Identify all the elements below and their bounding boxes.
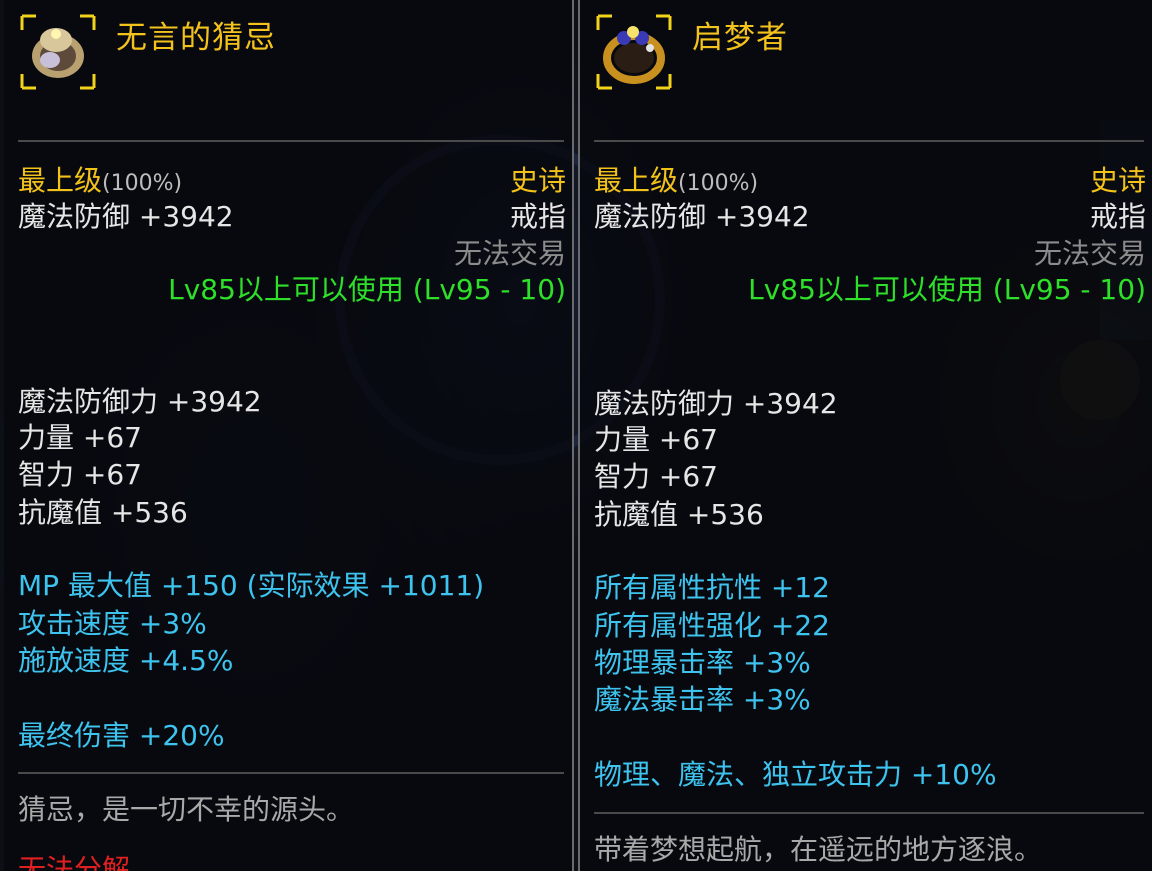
trade-status: 无法交易 [453,237,566,270]
special-effect: 物理、魔法、独立攻击力 +10% [594,758,997,791]
stat-line: 抗魔值 +536 [18,496,188,529]
bonus-line: 物理暴击率 +3% [594,646,811,679]
special-effect: 最终伤害 +20% [18,719,225,752]
divider [594,812,1144,814]
bonus-line: 施放速度 +4.5% [18,644,234,677]
item-name: 无言的猜忌 [116,20,276,56]
bonus-line: 魔法暴击率 +3% [594,683,811,716]
stat-line: 智力 +67 [18,458,142,491]
divider [594,140,1144,142]
bonus-line: 攻击速度 +3% [18,607,207,640]
grade-percent: (100%) [678,171,759,196]
level-requirement: Lv85以上可以使用 (Lv95 - 10) [168,273,566,306]
bonus-line: 所有属性抗性 +12 [594,571,830,604]
stat-line: 力量 +67 [594,423,718,456]
divider [18,140,564,142]
base-stat: 魔法防御 +3942 [18,200,234,233]
stat-line: 智力 +67 [594,460,718,493]
game-screen: 无言的猜忌 最上级(100%) 史诗 魔法防御 +3942 戒指 无法交易 Lv… [0,0,1152,871]
divider [18,772,564,774]
cut-off-note: 无法分解 [18,853,131,871]
trade-status: 无法交易 [1033,237,1146,270]
stat-line: 魔法防御力 +3942 [594,387,838,420]
grade-label: 最上级 [18,164,103,197]
stat-line: 力量 +67 [18,421,142,454]
item-tooltip-right: 启梦者 最上级(100%) 史诗 魔法防御 +3942 戒指 无法交易 Lv85… [578,0,1152,871]
stat-line: 魔法防御力 +3942 [18,385,262,418]
item-description: 猜忌，是一切不幸的源头。 [18,793,355,826]
rarity-label: 史诗 [1089,164,1146,197]
grade-percent: (100%) [102,171,183,196]
ring-icon[interactable] [20,14,96,90]
item-description: 带着梦想起航，在遥远的地方逐浪。 [594,833,1043,866]
rarity-label: 史诗 [509,164,566,197]
level-requirement: Lv85以上可以使用 (Lv95 - 10) [748,273,1146,306]
stat-line: 抗魔值 +536 [594,498,764,531]
item-type: 戒指 [1089,200,1146,233]
item-tooltip-left: 无言的猜忌 最上级(100%) 史诗 魔法防御 +3942 戒指 无法交易 Lv… [4,0,574,871]
item-type: 戒指 [509,200,566,233]
grade-row: 最上级(100%) [594,163,758,202]
grade-label: 最上级 [594,164,679,197]
bonus-line: MP 最大值 +150 (实际效果 +1011) [18,569,485,602]
grade-row: 最上级(100%) [18,163,182,202]
ring-icon[interactable] [596,14,672,90]
bonus-line: 所有属性强化 +22 [594,609,830,642]
item-name: 启梦者 [692,20,788,56]
base-stat: 魔法防御 +3942 [594,200,810,233]
